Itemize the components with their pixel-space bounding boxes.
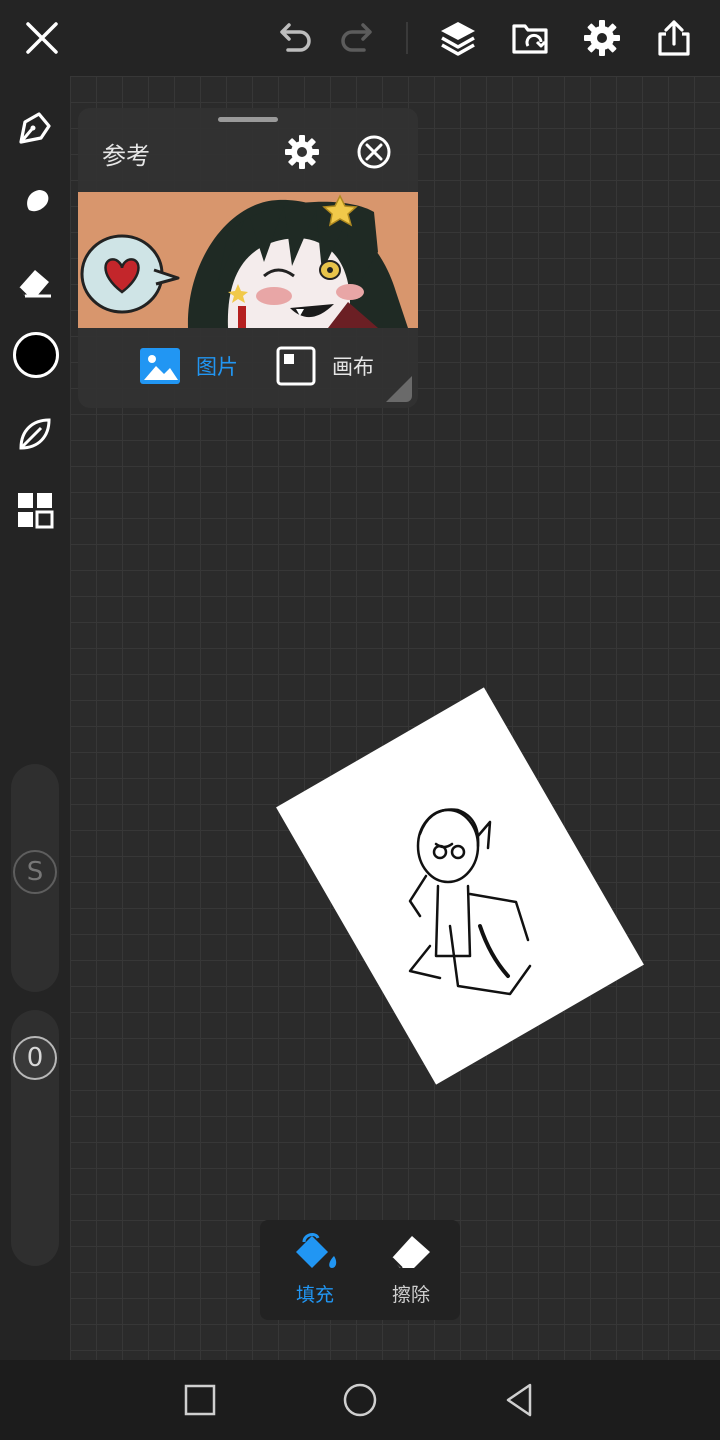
undo-icon[interactable] <box>270 14 318 62</box>
opacity-slider[interactable]: 0 <box>11 1010 59 1266</box>
size-slider-knob[interactable]: S <box>13 850 57 894</box>
tab-image[interactable]: 图片 <box>138 344 238 388</box>
fill-label: 填充 <box>295 1284 334 1306</box>
reference-image[interactable] <box>78 192 418 328</box>
share-icon[interactable] <box>650 14 698 62</box>
artwork-page[interactable] <box>276 687 644 1085</box>
redo-icon[interactable] <box>334 14 382 62</box>
tab-canvas-label: 画布 <box>332 355 374 379</box>
gallery-icon[interactable] <box>506 14 554 62</box>
color-swatch[interactable] <box>13 332 59 378</box>
erase-label: 擦除 <box>391 1284 430 1306</box>
circle-icon[interactable] <box>340 1380 380 1420</box>
eraser-icon[interactable] <box>11 258 59 306</box>
reference-title: 参考 <box>102 142 150 170</box>
image-icon <box>138 346 182 386</box>
reference-tabs: 图片 画布 <box>78 344 418 394</box>
paint-bucket-icon <box>296 1233 337 1268</box>
line-sketch <box>408 808 532 996</box>
brush-icon[interactable] <box>11 104 59 152</box>
canvas-icon <box>274 346 318 386</box>
erase-button[interactable]: 擦除 <box>366 1230 456 1310</box>
triangle-back-icon[interactable] <box>500 1380 540 1420</box>
close-icon[interactable] <box>18 14 66 62</box>
brush-size-slider[interactable]: S <box>11 764 59 992</box>
reference-close-icon[interactable] <box>354 132 394 172</box>
gear-icon[interactable] <box>578 14 626 62</box>
reference-panel: 参考 图片 画布 <box>78 108 418 408</box>
reference-settings-icon[interactable] <box>282 132 322 172</box>
top-toolbar <box>0 0 720 76</box>
fill-button[interactable]: 填充 <box>270 1230 360 1310</box>
resize-handle-icon[interactable] <box>380 370 414 404</box>
square-icon[interactable] <box>180 1380 220 1420</box>
toolbar-divider <box>406 22 408 54</box>
drag-handle[interactable] <box>218 117 278 122</box>
left-toolbar: S 0 <box>0 76 70 1360</box>
tab-canvas[interactable]: 画布 <box>274 344 374 388</box>
smudge-icon[interactable] <box>11 180 59 228</box>
eraser-icon <box>391 1236 430 1269</box>
grid-icon[interactable] <box>11 486 59 534</box>
tab-image-label: 图片 <box>196 355 238 379</box>
layers-icon[interactable] <box>434 14 482 62</box>
system-nav-bar <box>0 1360 720 1440</box>
fill-mode-bar: 填充 擦除 <box>260 1220 460 1320</box>
leaf-icon[interactable] <box>11 410 59 458</box>
opacity-slider-knob[interactable]: 0 <box>13 1036 57 1080</box>
